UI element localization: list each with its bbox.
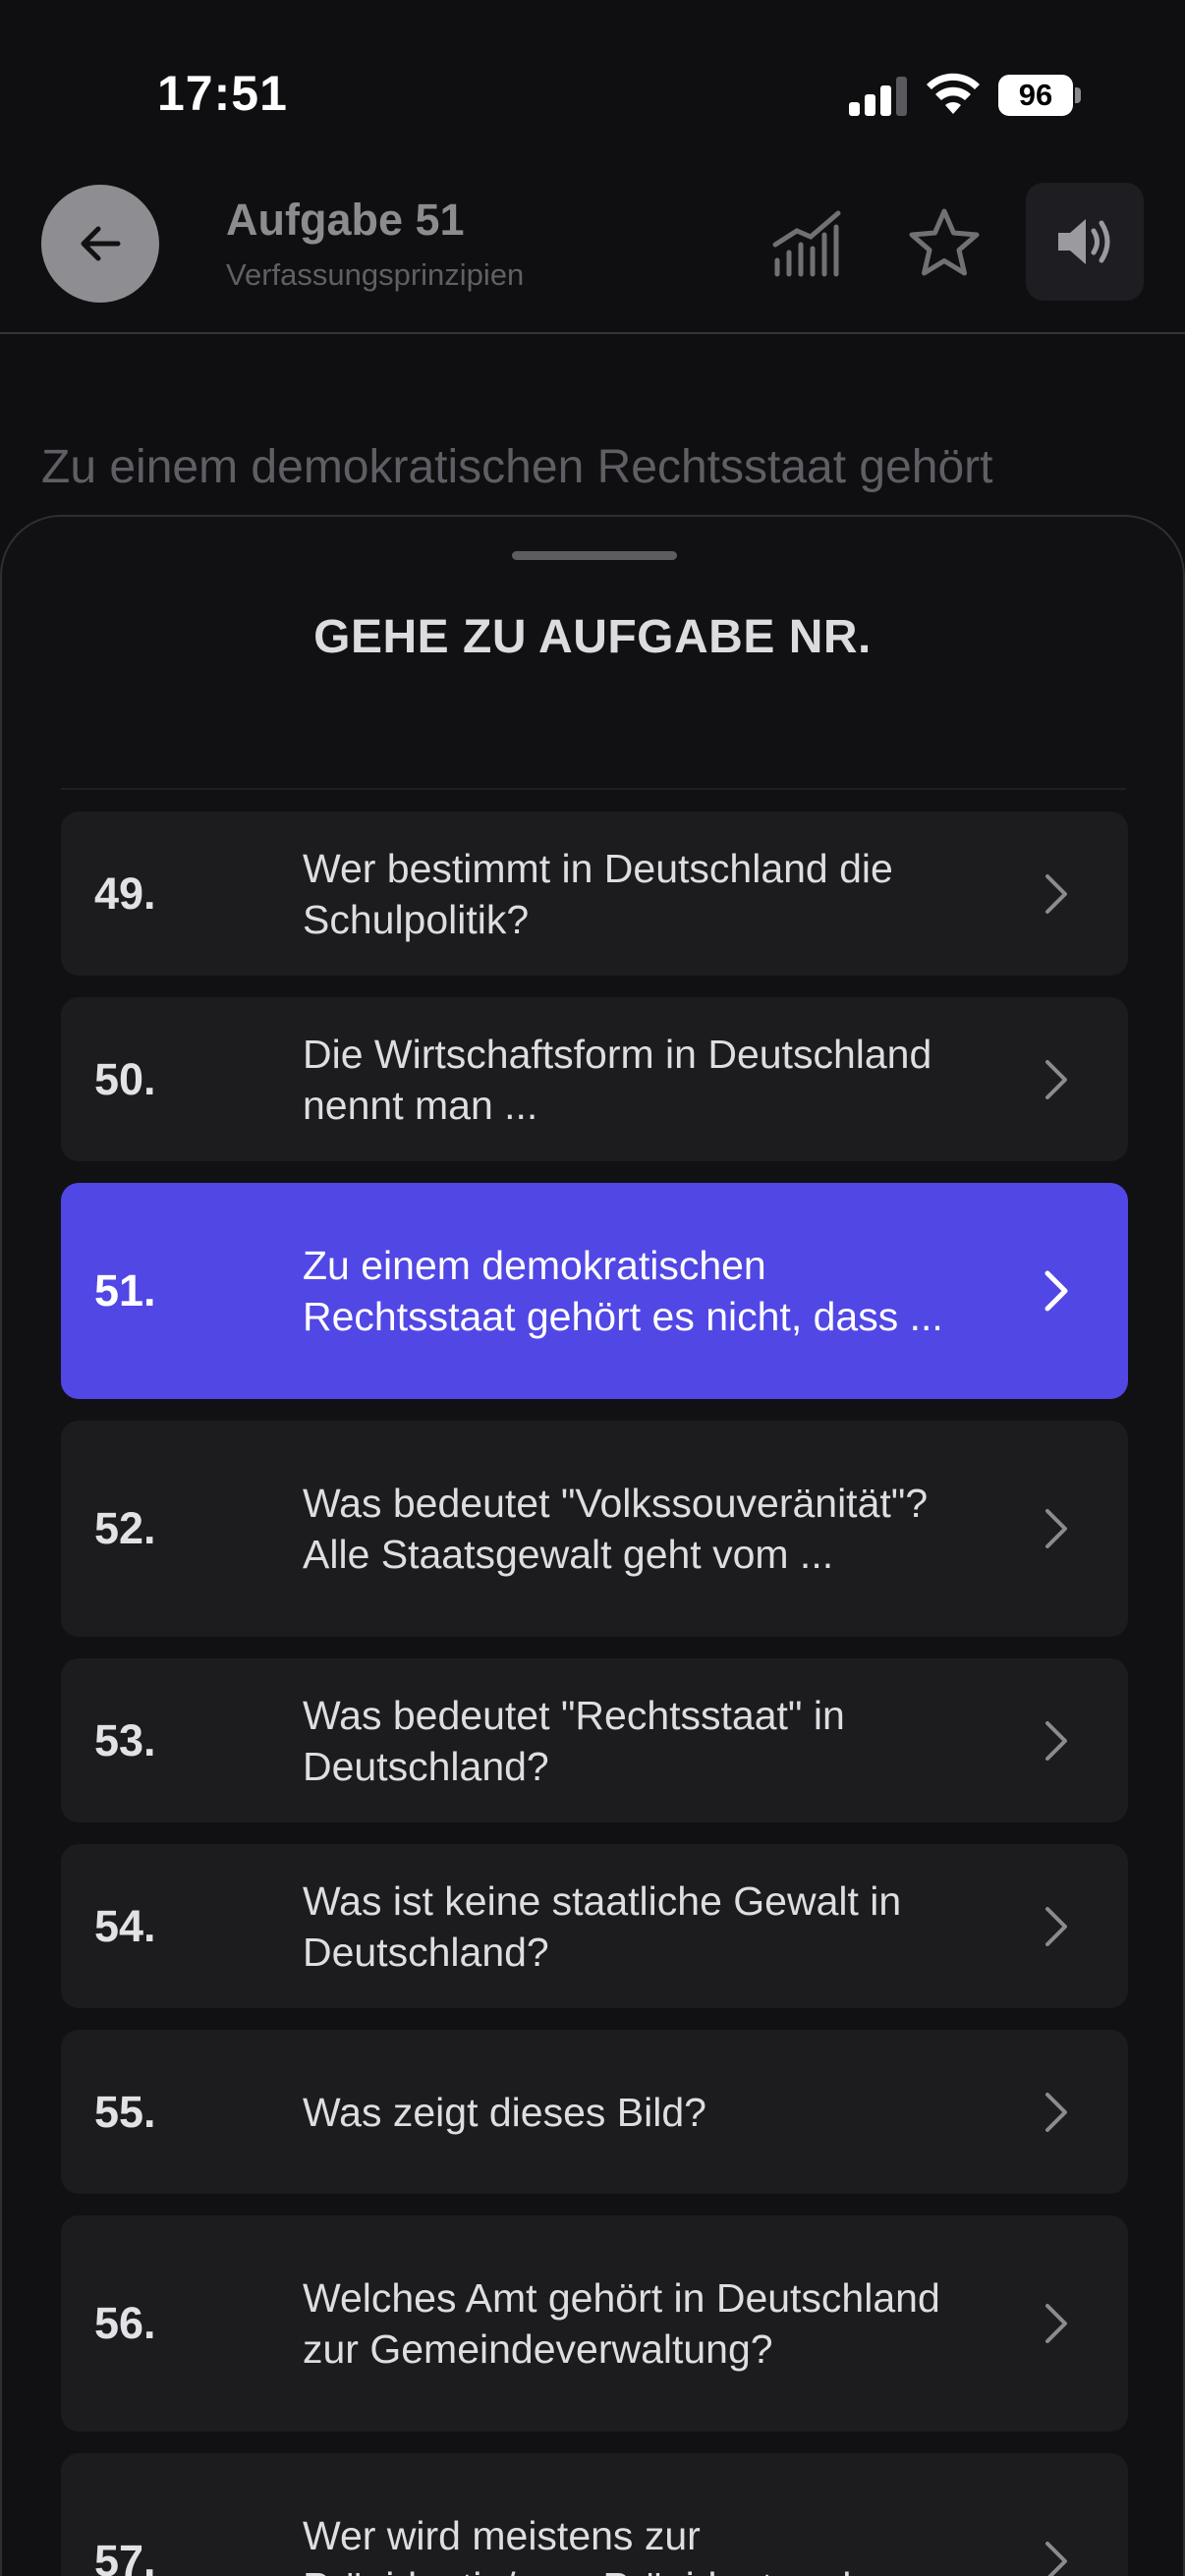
question-title: Zu einem demokratischen Rechtsstaat gehö…: [303, 1243, 943, 1339]
question-item-56[interactable]: 56. Welches Amt gehört in Deutschland zu…: [61, 2215, 1128, 2432]
question-item-54[interactable]: 54. Was ist keine staatliche Gewalt in D…: [61, 1844, 1128, 2008]
question-number: 54.: [94, 1900, 156, 1951]
app-screen: 17:51 96 Aufgabe 51 Verfassungsprinzipie…: [0, 0, 1185, 2576]
chevron-right-icon: [1045, 1720, 1067, 1761]
cellular-signal-icon: [849, 77, 908, 116]
battery-icon: 96: [998, 75, 1081, 116]
nav-header: Aufgabe 51 Verfassungsprinzipien: [0, 177, 1185, 334]
status-time: 17:51: [157, 66, 288, 121]
question-number: 52.: [94, 1503, 156, 1553]
question-number: 57.: [94, 2536, 156, 2576]
chevron-right-icon: [1045, 2542, 1067, 2576]
chevron-right-icon: [1044, 1270, 1068, 1312]
arrow-left-icon: [81, 226, 121, 261]
chevron-right-icon: [1045, 873, 1067, 914]
page-title: Aufgabe 51: [226, 195, 465, 245]
statistics-button[interactable]: [762, 200, 851, 289]
go-to-question-sheet: GEHE ZU AUFGABE NR. 49. Wer bestimmt in …: [0, 515, 1185, 2576]
question-title: Welches Amt gehört in Deutschland zur Ge…: [303, 2275, 940, 2372]
question-title: Was bedeutet "Rechtsstaat" in Deutschlan…: [303, 1692, 845, 1789]
sheet-drag-handle[interactable]: [512, 551, 677, 560]
question-title: Die Wirtschaftsform in Deutschland nennt…: [303, 1031, 932, 1128]
question-item-55[interactable]: 55. Was zeigt dieses Bild?: [61, 2030, 1128, 2194]
question-item-52[interactable]: 52. Was bedeutet "Volkssouveränität"? Al…: [61, 1421, 1128, 1637]
question-preview: Zu einem demokratischen Rechtsstaat gehö…: [41, 441, 993, 493]
divider: [61, 788, 1126, 790]
back-button[interactable]: [41, 185, 159, 303]
question-title: Was ist keine staatliche Gewalt in Deuts…: [303, 1877, 902, 1975]
question-item-51[interactable]: 51. Zu einem demokratischen Rechtsstaat …: [61, 1183, 1128, 1399]
status-bar: 17:51 96: [0, 0, 1185, 187]
page-subtitle: Verfassungsprinzipien: [226, 257, 525, 292]
question-title: Wer wird meistens zur Präsidentin/zum Pr…: [303, 2513, 894, 2576]
question-number: 50.: [94, 1053, 156, 1104]
question-item-50[interactable]: 50. Die Wirtschaftsform in Deutschland n…: [61, 997, 1128, 1161]
question-number: 53.: [94, 1714, 156, 1765]
question-number: 56.: [94, 2298, 156, 2348]
speaker-icon: [1058, 219, 1110, 264]
chevron-right-icon: [1045, 1906, 1067, 1946]
audio-button[interactable]: [1026, 183, 1144, 301]
favorite-button[interactable]: [900, 200, 988, 289]
question-title: Wer bestimmt in Deutschland die Schulpol…: [303, 845, 893, 942]
sheet-title: GEHE ZU AUFGABE NR.: [313, 611, 872, 663]
chart-icon: [772, 210, 841, 277]
chevron-right-icon: [1045, 1509, 1067, 1548]
wifi-icon: [927, 73, 980, 114]
battery-level: 96: [998, 75, 1073, 116]
question-item-57[interactable]: 57. Wer wird meistens zur Präsidentin/zu…: [61, 2453, 1128, 2576]
question-title: Was bedeutet "Volkssouveränität"? Alle S…: [303, 1481, 929, 1577]
chevron-right-icon: [1045, 1059, 1067, 1099]
question-number: 49.: [94, 868, 156, 919]
question-number: 51.: [94, 1265, 156, 1316]
star-icon: [909, 208, 980, 276]
question-number: 55.: [94, 2086, 156, 2137]
chevron-right-icon: [1045, 2092, 1067, 2132]
chevron-right-icon: [1045, 2304, 1067, 2343]
question-title: Was zeigt dieses Bild?: [303, 2089, 706, 2135]
question-item-49[interactable]: 49. Wer bestimmt in Deutschland die Schu…: [61, 812, 1128, 976]
question-item-53[interactable]: 53. Was bedeutet "Rechtsstaat" in Deutsc…: [61, 1658, 1128, 1822]
question-list: 49. Wer bestimmt in Deutschland die Schu…: [61, 812, 1128, 2576]
